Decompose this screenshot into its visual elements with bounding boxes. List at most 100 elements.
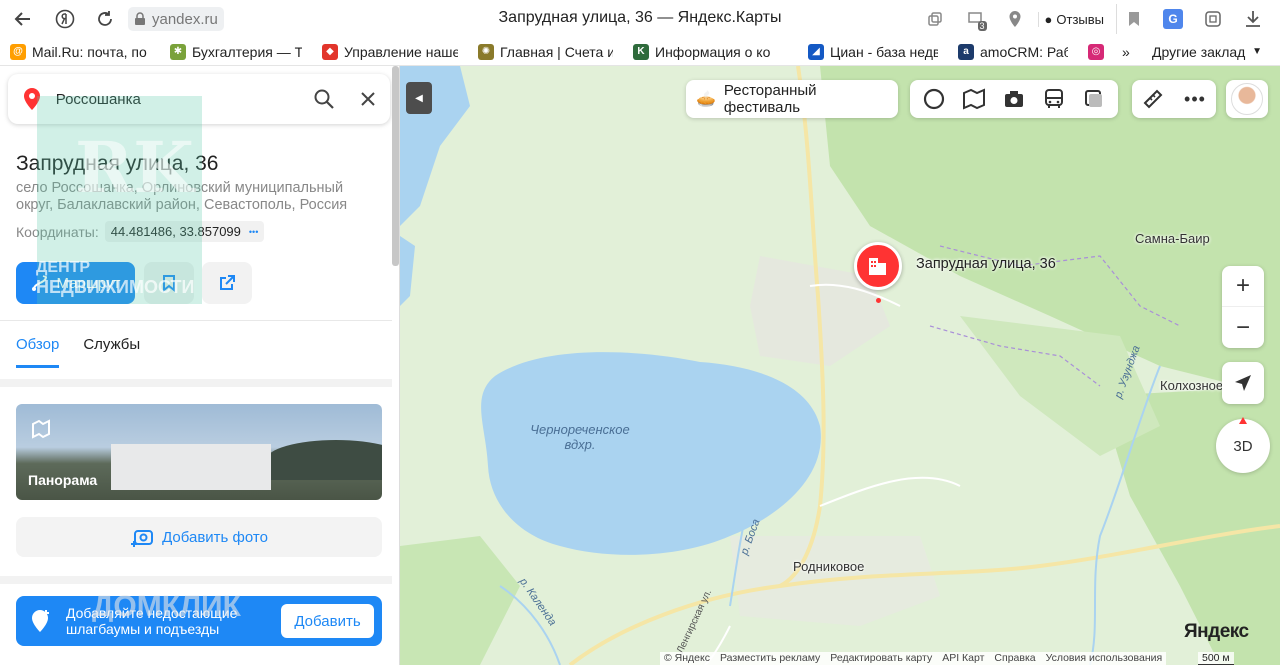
avatar [1231,83,1263,115]
festival-label: Ресторанный фестиваль [723,82,817,116]
add-photo-button[interactable]: Добавить фото [16,517,382,557]
zoom-in-button[interactable]: + [1222,266,1264,307]
map-tools-toolbar: ••• [1132,80,1216,118]
management-icon: ◆ [322,43,338,60]
mailru-icon: @ [10,43,26,60]
bookmark-instagram[interactable]: ◎ [1078,43,1112,60]
label-rodnikovoe: Родниковое [793,559,865,574]
edit-map-link[interactable]: Редактировать карту [830,652,932,665]
watermark-domclick: ДОМКЛИК [92,590,241,623]
close-icon[interactable] [346,77,390,121]
bookmark-label: Управление наше [344,43,458,60]
share-icon [220,275,235,290]
panel-scrollbar[interactable] [392,66,399,266]
ruler-icon[interactable] [1136,82,1170,116]
3d-toggle-button[interactable]: 3D [1216,417,1270,473]
watermark-line2: НЕДВИЖИМОСТИ [36,277,195,297]
map-canvas[interactable]: Самна-Баир Колхозное Родниковое Чернореч… [400,66,1280,665]
other-bookmarks-button[interactable]: Другие закладки ▼ [1142,44,1272,60]
bookmark-management[interactable]: ◆ Управление наше [312,43,468,60]
collections-icon[interactable] [1196,4,1230,34]
bookmark-mailru[interactable]: @ Mail.Ru: почта, по [0,43,160,60]
add-photo-label: Добавить фото [162,528,268,546]
download-icon[interactable] [1236,4,1270,34]
extension-badge-icon[interactable]: 3 [958,4,992,34]
reviews-label: Отзывы [1056,11,1104,27]
zoom-out-button[interactable]: − [1222,307,1264,348]
cian-icon: ◢ [808,43,824,60]
terms-link[interactable]: Условия использования [1046,652,1163,665]
watermark-letters: RK [75,126,195,209]
chevron-down-icon: ▼ [1252,46,1262,57]
chat-bubble-icon: ● [1044,11,1053,27]
url-text: yandex.ru [152,10,218,28]
user-avatar-button[interactable] [1226,80,1268,118]
location-pin-icon[interactable] [998,4,1032,34]
bookmark-label: Циан - база недви [830,43,938,60]
panorama-layer-icon[interactable] [957,82,991,116]
address-bar[interactable]: yandex.ru [128,7,224,31]
promo-add-button[interactable]: Добавить [281,604,374,638]
camera-plus-icon [131,530,154,547]
map-background [400,66,1280,665]
tab-overview[interactable]: Обзор [16,336,60,368]
layers-icon[interactable] [1077,82,1111,116]
info-icon: K [633,43,649,60]
tab-services[interactable]: Службы [83,336,140,368]
bookmarks-bar: @ Mail.Ru: почта, по ✱ Бухгалтерия — Ти … [0,38,1280,66]
advertise-link[interactable]: Разместить рекламу [720,652,820,665]
bookmarks-more-button[interactable]: » [1112,44,1142,60]
reviews-button[interactable]: ● Отзывы [1037,11,1110,27]
other-bookmarks-label: Другие закладки [1152,43,1246,60]
more-dots-icon[interactable]: ••• [249,227,258,237]
help-link[interactable]: Справка [994,652,1035,665]
bookmark-accounts[interactable]: ✺ Главная | Счета и [468,43,623,60]
section-separator [0,379,392,387]
yandex-browser-icon[interactable] [50,4,80,34]
bookmark-label: Mail.Ru: почта, по [32,43,147,60]
panorama-label: Панорама [28,472,98,488]
instagram-icon: ◎ [1088,43,1104,60]
locate-me-button[interactable] [1222,362,1264,404]
lock-icon [135,12,145,25]
label-kolkhoznoe: Колхозное [1160,378,1224,393]
bookmark-amocrm[interactable]: a amoCRM: Раб [948,43,1078,60]
restaurant-festival-chip[interactable]: 🥧 Ресторанный фестиваль [686,80,898,118]
bookmark-icon[interactable] [1116,4,1150,34]
collapse-panel-button[interactable]: ◀ [406,82,432,114]
pin-plus-icon [32,610,49,632]
section-separator [0,576,392,584]
building-marker-icon[interactable] [854,242,902,290]
tabs: Обзор Службы [16,336,140,368]
back-icon[interactable] [8,4,38,34]
panorama-card[interactable]: Панорама [16,404,382,500]
bookmark-accounting[interactable]: ✱ Бухгалтерия — Ти [160,43,312,60]
pie-icon: 🥧 [696,91,716,108]
amocrm-icon: a [958,43,974,60]
bookmark-cian[interactable]: ◢ Циан - база недви [798,43,948,60]
navigation-arrow-icon [1235,375,1251,391]
reload-icon[interactable] [90,4,120,34]
place-panel: Запрудная улица, 36 село Россошанка, Орл… [0,66,400,665]
copy-icon[interactable] [918,4,952,34]
map-mode-icon[interactable] [917,82,951,116]
panorama-icon [30,418,52,445]
share-button[interactable] [202,262,252,304]
label-reservoir: Чернореченское вдхр. [530,422,630,452]
watermark-line1: ДЕНТР [36,259,91,276]
transit-layer-icon[interactable] [1037,82,1071,116]
bookmark-label: Главная | Счета и [500,43,613,60]
api-link[interactable]: API Карт [942,652,984,665]
browser-toolbar: yandex.ru Запрудная улица, 36 — Яндекс.К… [0,0,1280,38]
map-layers-toolbar [910,80,1118,118]
bookmark-info[interactable]: K Информация о ко [623,43,798,60]
search-icon[interactable] [302,77,346,121]
panorama-building [111,444,271,490]
accounting-icon: ✱ [170,43,186,60]
marker-point [876,298,881,303]
translate-icon[interactable]: G [1156,4,1190,34]
photos-layer-icon[interactable] [997,82,1031,116]
divider [0,320,392,321]
more-icon[interactable]: ••• [1178,82,1212,116]
chevron-double-right-icon: » [1122,43,1130,60]
